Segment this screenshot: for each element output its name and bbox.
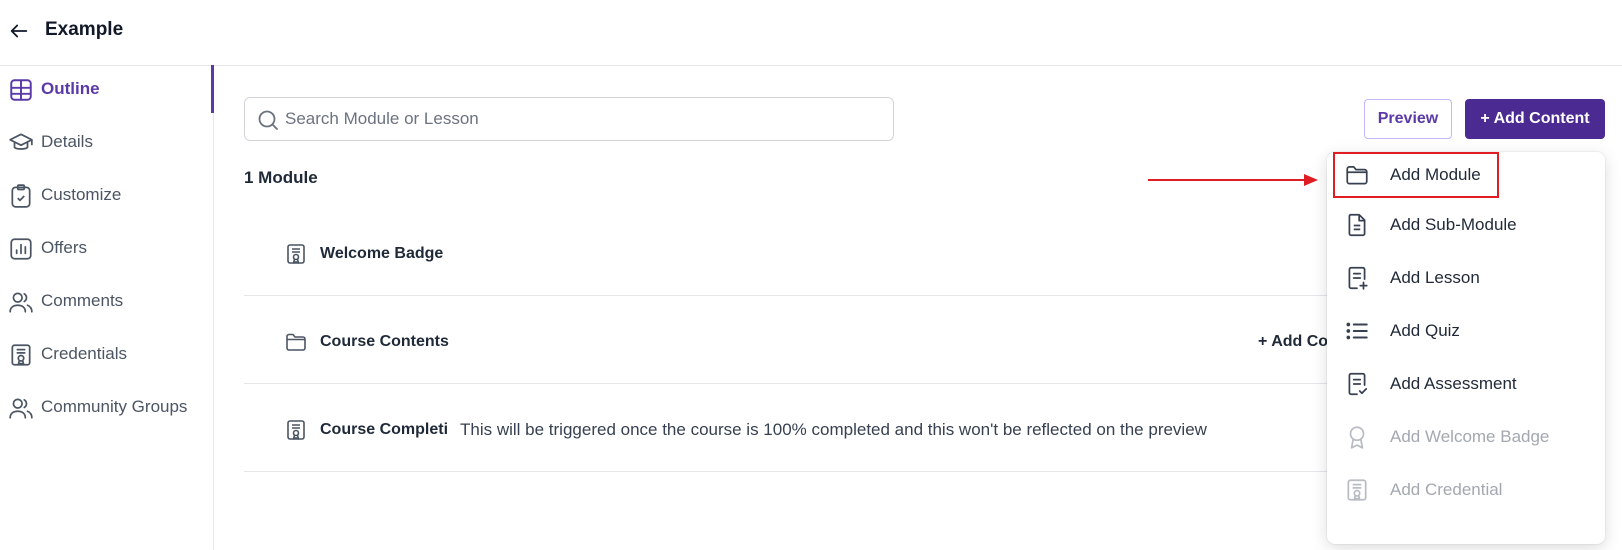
sidebar-item-label: Community Groups [41,397,188,416]
row-note: This will be triggered once the course i… [460,420,1207,439]
outline-row[interactable]: Course Completi This will be triggered o… [244,384,1344,472]
outline-row[interactable]: Course Contents + Add Co [244,296,1344,384]
search-box [244,97,894,141]
document-check-icon [1348,372,1368,396]
row-title: Welcome Badge [320,245,444,262]
menu-item-add-welcome-badge[interactable]: Add Welcome Badge [1333,414,1599,460]
sidebar-item-outline[interactable]: Outline [0,65,214,113]
graduation-cap-icon [9,133,33,150]
certificate-icon [1347,479,1367,501]
module-count: 1 Module [244,168,318,187]
outline-row[interactable]: Welcome Badge [244,208,1344,296]
folder-icon [286,333,306,351]
menu-item-add-quiz[interactable]: Add Quiz [1333,308,1599,354]
menu-item-label: Add Lesson [1390,268,1480,287]
sidebar-item-label: Comments [41,291,124,310]
preview-button[interactable]: Preview [1364,99,1452,139]
page-title: Example [45,19,124,40]
menu-item-add-sub-module[interactable]: Add Sub-Module [1333,202,1599,248]
menu-item-add-credential[interactable]: Add Credential [1333,467,1599,513]
menu-item-label: Add Quiz [1390,321,1460,340]
row-title: Course Contents [320,333,449,350]
list-icon [1346,322,1368,340]
menu-item-add-assessment[interactable]: Add Assessment [1333,361,1599,407]
users-icon [9,398,33,419]
add-content-link[interactable]: + Add Co [1258,333,1328,351]
menu-item-label: Add Welcome Badge [1390,427,1550,446]
annotation-arrow-icon [1148,174,1318,186]
sidebar-item-customize[interactable]: Customize [0,175,213,215]
table-icon [10,79,32,101]
users-icon [9,292,33,313]
search-input[interactable] [285,104,875,134]
menu-item-label: Add Module [1390,165,1481,184]
add-content-button[interactable]: + Add Content [1465,99,1605,139]
top-bar: Example [0,0,1622,66]
menu-item-label: Add Assessment [1390,374,1517,393]
row-title: Course Completi [320,421,449,438]
sidebar-item-details[interactable]: Details [0,122,213,162]
bar-chart-icon [10,238,32,260]
certificate-icon [11,344,31,366]
menu-item-add-lesson[interactable]: Add Lesson [1333,255,1599,301]
clipboard-check-icon [11,184,31,208]
sidebar: Outline Details Customize Offers Comment… [0,65,214,550]
sidebar-item-label: Details [41,132,93,151]
document-plus-icon [1348,266,1368,290]
award-icon [1349,426,1365,449]
add-content-dropdown: Add Module Add Sub-Module Add Lesson Add… [1327,152,1605,544]
certificate-icon [287,420,305,440]
back-arrow-icon[interactable] [8,20,30,42]
menu-item-label: Add Credential [1390,480,1503,499]
sidebar-item-offers[interactable]: Offers [0,228,213,268]
sidebar-item-label: Credentials [41,344,127,363]
certificate-icon [287,244,305,264]
menu-item-label: Add Sub-Module [1390,215,1517,234]
sidebar-item-label: Customize [41,185,122,204]
sidebar-item-comments[interactable]: Comments [0,281,213,321]
menu-item-add-module[interactable]: Add Module [1333,152,1499,198]
search-icon [258,110,278,130]
sidebar-item-label: Outline [41,79,100,98]
sidebar-item-community-groups[interactable]: Community Groups [0,387,213,427]
sidebar-item-credentials[interactable]: Credentials [0,334,213,374]
folder-icon [1346,166,1368,185]
sidebar-item-label: Offers [41,238,87,257]
document-icon [1348,213,1366,237]
